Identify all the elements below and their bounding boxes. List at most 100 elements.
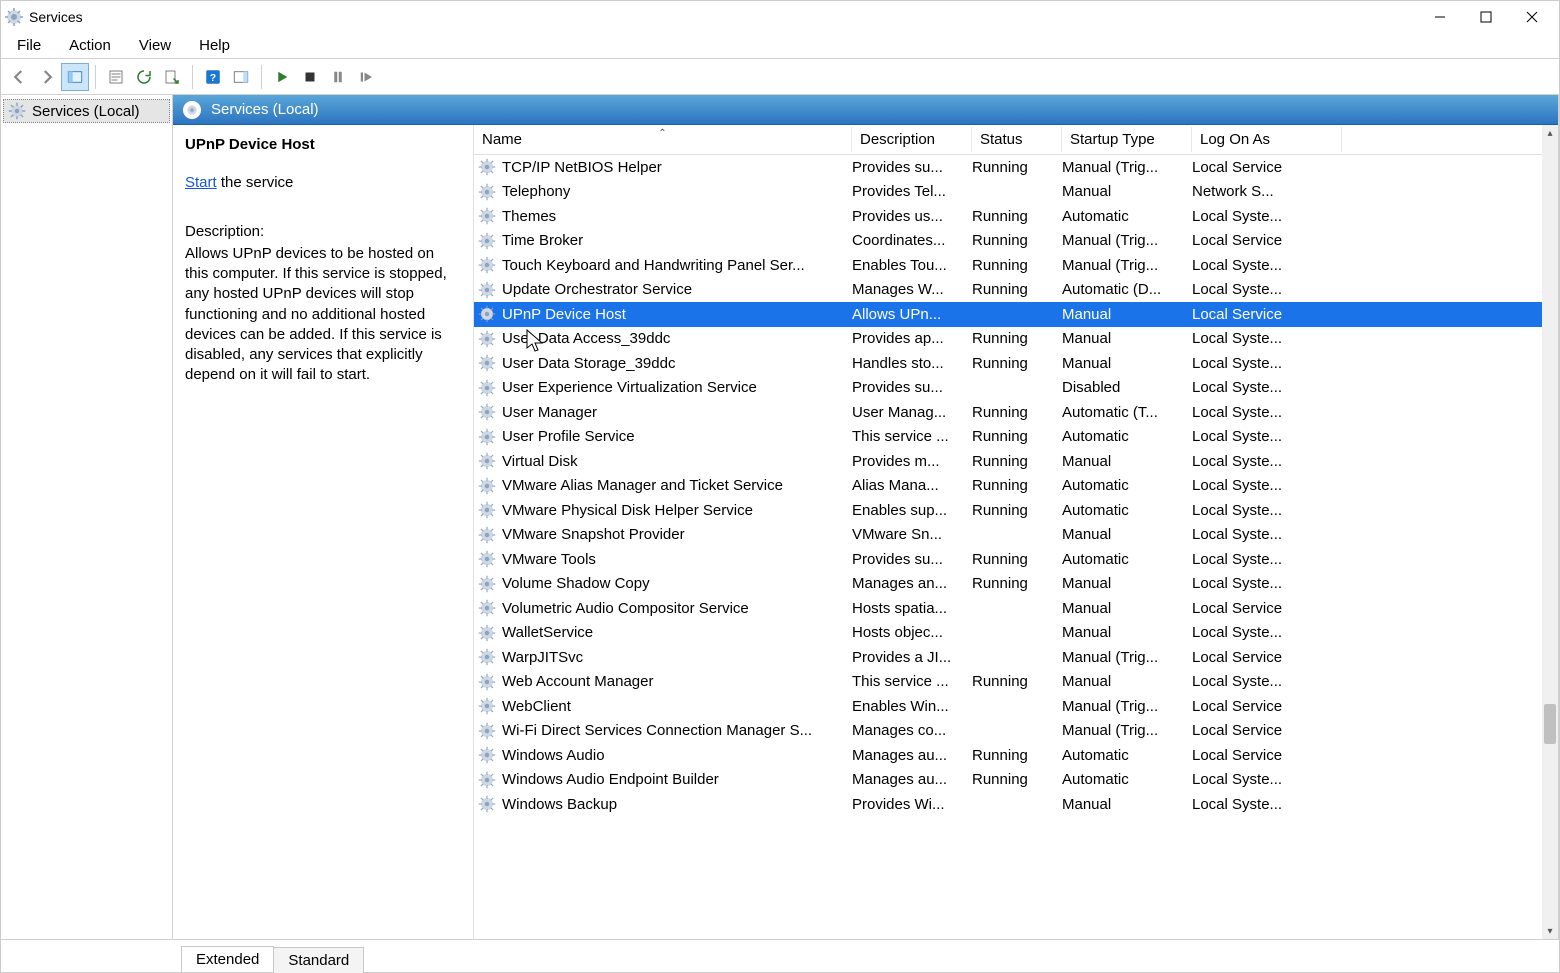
service-row[interactable]: Web Account ManagerThis service ...Runni…	[474, 670, 1558, 695]
back-button[interactable]	[5, 63, 33, 91]
service-row[interactable]: VMware Snapshot ProviderVMware Sn...Manu…	[474, 523, 1558, 548]
service-row[interactable]: VMware ToolsProvides su...RunningAutomat…	[474, 547, 1558, 572]
service-row[interactable]: Virtual DiskProvides m...RunningManualLo…	[474, 449, 1558, 474]
menu-help[interactable]: Help	[185, 35, 244, 56]
service-row[interactable]: Windows AudioManages au...RunningAutomat…	[474, 743, 1558, 768]
list-header: ⌃ Name Description Status Startup Type L…	[474, 125, 1558, 155]
service-description: Provides a JI...	[852, 649, 972, 666]
column-log-on-as[interactable]: Log On As	[1192, 127, 1342, 152]
menu-action[interactable]: Action	[55, 35, 125, 56]
service-description: Alias Mana...	[852, 477, 972, 494]
service-startup-type: Manual	[1062, 673, 1192, 690]
start-service-link[interactable]: Start	[185, 174, 217, 191]
service-row[interactable]: UPnP Device HostAllows UPn...ManualLocal…	[474, 302, 1558, 327]
service-description: Provides su...	[852, 379, 972, 396]
tree-root-label: Services (Local)	[32, 103, 140, 120]
gear-icon	[478, 330, 496, 348]
column-startup-type[interactable]: Startup Type	[1062, 127, 1192, 152]
service-row[interactable]: Update Orchestrator ServiceManages W...R…	[474, 278, 1558, 303]
service-description: Allows UPn...	[852, 306, 972, 323]
gear-icon	[478, 746, 496, 764]
minimize-button[interactable]	[1417, 2, 1463, 32]
service-log-on-as: Local Service	[1192, 722, 1342, 739]
service-row[interactable]: Time BrokerCoordinates...RunningManual (…	[474, 229, 1558, 254]
service-status: Running	[972, 673, 1062, 690]
gear-icon	[478, 305, 496, 323]
service-row[interactable]: WarpJITSvcProvides a JI...Manual (Trig..…	[474, 645, 1558, 670]
menu-view[interactable]: View	[125, 35, 185, 56]
forward-button[interactable]	[33, 63, 61, 91]
service-status: Running	[972, 477, 1062, 494]
detail-action-line: Start the service	[185, 173, 461, 193]
service-log-on-as: Local Syste...	[1192, 502, 1342, 519]
service-log-on-as: Local Syste...	[1192, 526, 1342, 543]
column-status[interactable]: Status	[972, 127, 1062, 152]
service-log-on-as: Local Syste...	[1192, 428, 1342, 445]
service-row[interactable]: VMware Alias Manager and Ticket ServiceA…	[474, 474, 1558, 499]
column-name[interactable]: ⌃ Name	[474, 127, 852, 152]
pause-service-button[interactable]	[324, 63, 352, 91]
service-name: WebClient	[502, 698, 852, 715]
tree-root-item[interactable]: Services (Local)	[3, 99, 170, 123]
scroll-thumb[interactable]	[1544, 704, 1556, 744]
tab-standard[interactable]: Standard	[274, 947, 364, 973]
service-name: VMware Alias Manager and Ticket Service	[502, 477, 852, 494]
service-row[interactable]: User Experience Virtualization ServicePr…	[474, 376, 1558, 401]
services-list: ⌃ Name Description Status Startup Type L…	[473, 125, 1558, 939]
service-row[interactable]: Windows BackupProvides Wi...ManualLocal …	[474, 792, 1558, 817]
service-row[interactable]: User ManagerUser Manag...RunningAutomati…	[474, 400, 1558, 425]
service-startup-type: Automatic (T...	[1062, 404, 1192, 421]
service-description: Coordinates...	[852, 232, 972, 249]
toolbar: ?	[1, 59, 1559, 95]
scroll-track[interactable]	[1542, 141, 1558, 923]
service-startup-type: Automatic	[1062, 428, 1192, 445]
show-hide-console-tree-button[interactable]	[61, 63, 89, 91]
service-row[interactable]: User Data Storage_39ddcHandles sto...Run…	[474, 351, 1558, 376]
refresh-button[interactable]	[130, 63, 158, 91]
service-startup-type: Automatic	[1062, 551, 1192, 568]
service-row[interactable]: WebClientEnables Win...Manual (Trig...Lo…	[474, 694, 1558, 719]
service-row[interactable]: WalletServiceHosts objec...ManualLocal S…	[474, 621, 1558, 646]
tree-pane: Services (Local)	[1, 95, 173, 939]
service-row[interactable]: ThemesProvides us...RunningAutomaticLoca…	[474, 204, 1558, 229]
properties-button[interactable]	[102, 63, 130, 91]
scroll-down-icon[interactable]: ▾	[1542, 923, 1558, 939]
service-log-on-as: Local Service	[1192, 649, 1342, 666]
close-button[interactable]	[1509, 2, 1555, 32]
service-row[interactable]: TCP/IP NetBIOS HelperProvides su...Runni…	[474, 155, 1558, 180]
service-row[interactable]: User Data Access_39ddcProvides ap...Runn…	[474, 327, 1558, 352]
service-status: Running	[972, 771, 1062, 788]
service-row[interactable]: Touch Keyboard and Handwriting Panel Ser…	[474, 253, 1558, 278]
service-name: Wi-Fi Direct Services Connection Manager…	[502, 722, 852, 739]
service-name: VMware Physical Disk Helper Service	[502, 502, 852, 519]
scroll-up-icon[interactable]: ▴	[1542, 125, 1558, 141]
help-button[interactable]: ?	[199, 63, 227, 91]
service-startup-type: Automatic	[1062, 477, 1192, 494]
restart-service-button[interactable]	[352, 63, 380, 91]
service-row[interactable]: Volumetric Audio Compositor ServiceHosts…	[474, 596, 1558, 621]
service-row[interactable]: Wi-Fi Direct Services Connection Manager…	[474, 719, 1558, 744]
show-hide-action-pane-button[interactable]	[227, 63, 255, 91]
description-text: Allows UPnP devices to be hosted on this…	[185, 244, 461, 386]
service-log-on-as: Local Syste...	[1192, 257, 1342, 274]
vertical-scrollbar[interactable]: ▴ ▾	[1542, 125, 1558, 939]
stop-service-button[interactable]	[296, 63, 324, 91]
column-description[interactable]: Description	[852, 127, 972, 152]
service-row[interactable]: VMware Physical Disk Helper ServiceEnabl…	[474, 498, 1558, 523]
tab-extended[interactable]: Extended	[181, 946, 274, 972]
service-startup-type: Manual (Trig...	[1062, 698, 1192, 715]
service-status: Running	[972, 428, 1062, 445]
service-row[interactable]: User Profile ServiceThis service ...Runn…	[474, 425, 1558, 450]
service-log-on-as: Local Syste...	[1192, 379, 1342, 396]
service-row[interactable]: TelephonyProvides Tel...ManualNetwork S.…	[474, 180, 1558, 205]
maximize-button[interactable]	[1463, 2, 1509, 32]
menu-file[interactable]: File	[3, 35, 55, 56]
gear-icon	[478, 232, 496, 250]
service-startup-type: Manual (Trig...	[1062, 159, 1192, 176]
service-name: Windows Audio	[502, 747, 852, 764]
service-row[interactable]: Windows Audio Endpoint BuilderManages au…	[474, 768, 1558, 793]
service-description: Provides ap...	[852, 330, 972, 347]
start-service-button[interactable]	[268, 63, 296, 91]
service-row[interactable]: Volume Shadow CopyManages an...RunningMa…	[474, 572, 1558, 597]
export-list-button[interactable]	[158, 63, 186, 91]
